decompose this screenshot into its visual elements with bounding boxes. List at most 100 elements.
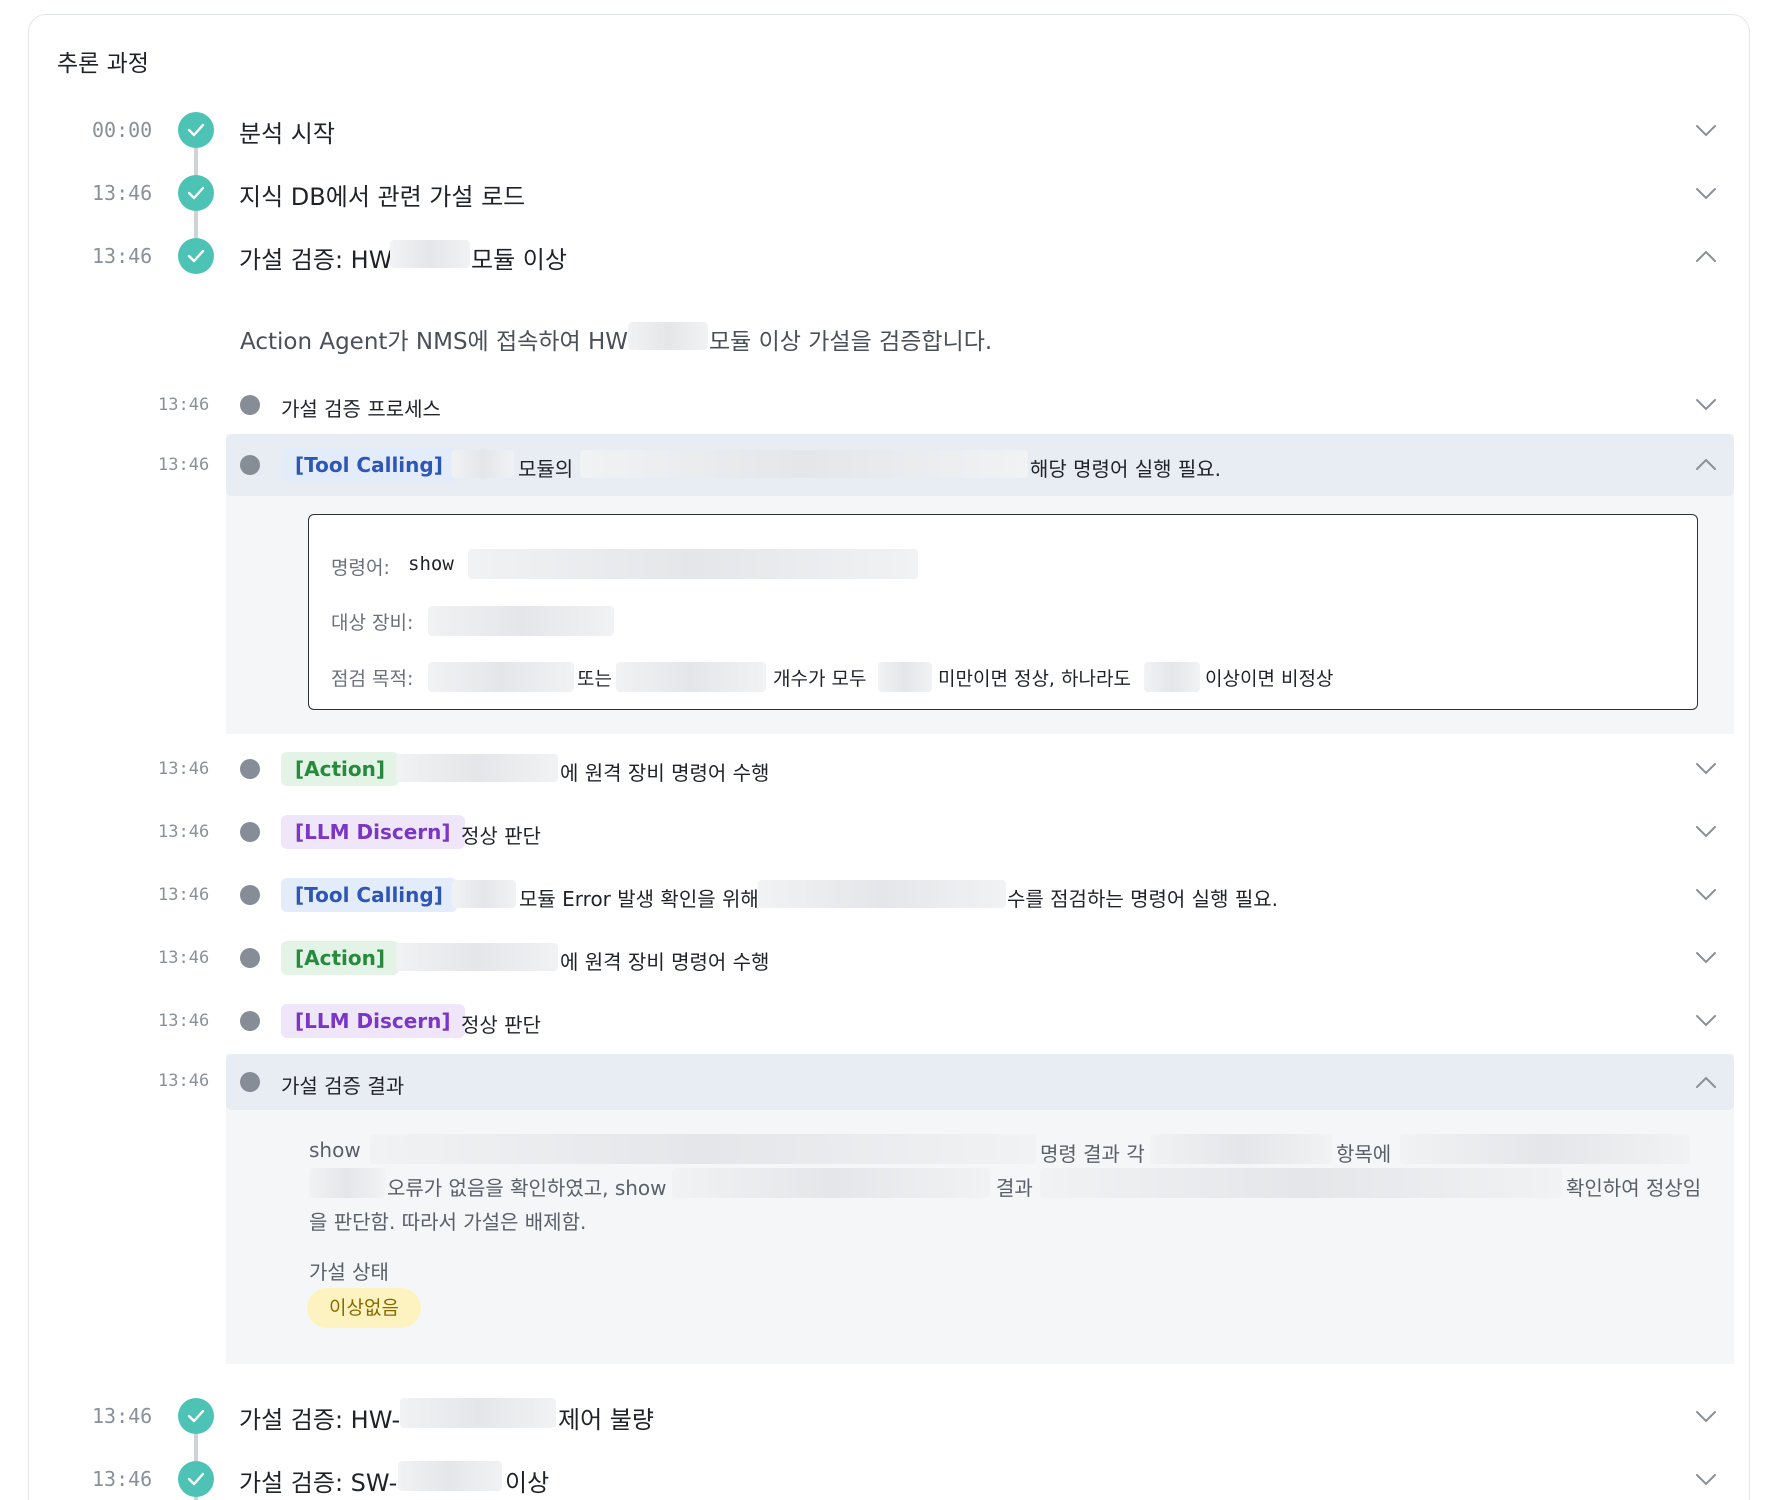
tool-calling-tag: [Tool Calling] bbox=[281, 448, 457, 482]
purpose-text: 개수가 모두 bbox=[773, 668, 867, 690]
chevron-down-icon[interactable] bbox=[1695, 124, 1717, 138]
result-text: 명령 결과 각 bbox=[1040, 1142, 1145, 1166]
redacted-text bbox=[396, 943, 558, 971]
step-time: 13:46 bbox=[92, 181, 153, 205]
action-tag: [Action] bbox=[281, 752, 400, 786]
status-dot bbox=[240, 759, 260, 779]
status-dot bbox=[240, 1011, 260, 1031]
sub-step-time: 13:46 bbox=[158, 1071, 210, 1091]
chevron-down-icon[interactable] bbox=[1695, 398, 1717, 412]
chevron-up-icon[interactable] bbox=[1695, 249, 1717, 263]
step-title-suffix: 이상 bbox=[505, 1469, 550, 1497]
chevron-down-icon[interactable] bbox=[1695, 187, 1717, 201]
step-time: 00:00 bbox=[92, 118, 153, 142]
redacted-text bbox=[396, 754, 558, 782]
chevron-down-icon[interactable] bbox=[1695, 888, 1717, 902]
redacted-text bbox=[370, 1134, 1036, 1164]
result-text: 확인하여 정상임 bbox=[1566, 1176, 1702, 1200]
sub-step-label: 가설 검증 결과 bbox=[281, 1074, 405, 1098]
result-text: show bbox=[309, 1138, 361, 1162]
sub-step-time: 13:46 bbox=[158, 885, 210, 905]
llm-discern-tag: [LLM Discern] bbox=[281, 815, 465, 849]
status-dot bbox=[240, 885, 260, 905]
step-title-suffix: 제어 불량 bbox=[558, 1406, 654, 1434]
sub-step-time: 13:46 bbox=[158, 455, 210, 475]
redacted-text bbox=[758, 880, 1006, 908]
redacted-text bbox=[428, 606, 614, 636]
chevron-down-icon[interactable] bbox=[1695, 762, 1717, 776]
redacted-text bbox=[452, 880, 516, 908]
step-description-prefix: Action Agent가 NMS에 접속하여 HW bbox=[240, 329, 629, 355]
target-device-label: 대상 장비: bbox=[331, 612, 414, 634]
chevron-down-icon[interactable] bbox=[1695, 1473, 1717, 1487]
sub-step-text: 모듈의 bbox=[518, 457, 574, 481]
redacted-text bbox=[400, 1398, 556, 1428]
chevron-down-icon[interactable] bbox=[1695, 1014, 1717, 1028]
command-value: show bbox=[408, 553, 454, 575]
redacted-text bbox=[428, 662, 574, 692]
check-icon bbox=[178, 112, 214, 148]
sub-step-row-highlight[interactable] bbox=[226, 1054, 1734, 1110]
chevron-up-icon[interactable] bbox=[1695, 457, 1717, 471]
status-dot bbox=[240, 1072, 260, 1092]
step-title-prefix: 가설 검증: SW- bbox=[239, 1469, 398, 1497]
action-tag: [Action] bbox=[281, 941, 400, 975]
redacted-text bbox=[628, 322, 708, 350]
check-icon bbox=[178, 1398, 214, 1434]
redacted-text bbox=[1144, 662, 1200, 692]
redacted-text bbox=[1150, 1134, 1332, 1164]
redacted-text bbox=[452, 450, 514, 478]
llm-discern-tag: [LLM Discern] bbox=[281, 1004, 465, 1038]
redacted-text bbox=[616, 662, 766, 692]
sub-step-time: 13:46 bbox=[158, 822, 210, 842]
sub-step-text: 수를 점검하는 명령어 실행 필요. bbox=[1007, 887, 1278, 911]
status-dot bbox=[240, 395, 260, 415]
step-time: 13:46 bbox=[92, 1467, 153, 1491]
redacted-text bbox=[672, 1168, 990, 1198]
purpose-text: 미만이면 정상, 하나라도 bbox=[938, 668, 1131, 690]
redacted-text bbox=[878, 662, 932, 692]
tool-calling-tag: [Tool Calling] bbox=[281, 878, 457, 912]
result-text: 항목에 bbox=[1336, 1142, 1392, 1166]
step-title: 지식 DB에서 관련 가설 로드 bbox=[239, 183, 526, 211]
step-title: 분석 시작 bbox=[239, 120, 335, 148]
status-dot bbox=[240, 455, 260, 475]
chevron-up-icon[interactable] bbox=[1695, 1075, 1717, 1089]
redacted-text bbox=[1400, 1134, 1690, 1164]
purpose-label: 점검 목적: bbox=[331, 668, 414, 690]
purpose-text: 이상이면 비정상 bbox=[1205, 668, 1334, 690]
step-description-suffix: 모듈 이상 가설을 검증합니다. bbox=[709, 329, 993, 355]
redacted-text bbox=[1040, 1168, 1562, 1198]
sub-step-time: 13:46 bbox=[158, 395, 210, 415]
status-badge: 이상없음 bbox=[307, 1288, 421, 1328]
chevron-down-icon[interactable] bbox=[1695, 1410, 1717, 1424]
check-icon bbox=[178, 175, 214, 211]
step-time: 13:46 bbox=[92, 1404, 153, 1428]
result-text: 결과 bbox=[996, 1176, 1033, 1200]
step-title-prefix: 가설 검증: HW· bbox=[239, 246, 401, 274]
chevron-down-icon[interactable] bbox=[1695, 951, 1717, 965]
redacted-text bbox=[468, 549, 918, 579]
redacted-text bbox=[398, 1461, 502, 1491]
redacted-text bbox=[309, 1168, 385, 1198]
step-time: 13:46 bbox=[92, 244, 153, 268]
sub-step-text: 정상 판단 bbox=[461, 1013, 541, 1037]
sub-step-text: 모듈 Error 발생 확인을 위해 bbox=[519, 887, 759, 911]
sub-step-time: 13:46 bbox=[158, 948, 210, 968]
status-dot bbox=[240, 948, 260, 968]
panel-title: 추론 과정 bbox=[57, 51, 149, 77]
purpose-text: 또는 bbox=[577, 668, 612, 690]
result-text: 오류가 없음을 확인하였고, show bbox=[387, 1176, 667, 1200]
redacted-text bbox=[390, 240, 470, 268]
chevron-down-icon[interactable] bbox=[1695, 825, 1717, 839]
result-text: 을 판단함. 따라서 가설은 배제함. bbox=[309, 1210, 587, 1234]
step-title-prefix: 가설 검증: HW- bbox=[239, 1406, 401, 1434]
sub-step-text: 에 원격 장비 명령어 수행 bbox=[560, 761, 770, 785]
status-dot bbox=[240, 822, 260, 842]
sub-step-text: 해당 명령어 실행 필요. bbox=[1030, 457, 1222, 481]
check-icon bbox=[178, 238, 214, 274]
command-label: 명령어: bbox=[331, 557, 390, 579]
status-label: 가설 상태 bbox=[309, 1260, 389, 1284]
sub-step-time: 13:46 bbox=[158, 1011, 210, 1031]
check-icon bbox=[178, 1461, 214, 1497]
